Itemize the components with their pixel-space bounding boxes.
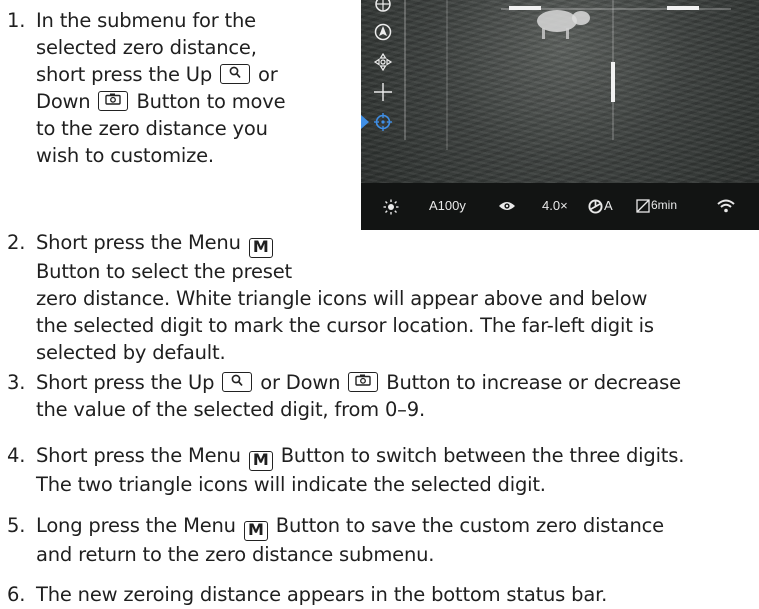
step-number: 4. <box>7 444 26 467</box>
step-line: to the zero distance you <box>36 117 268 140</box>
status-bar: A100y 4.0× A 6min <box>361 183 759 230</box>
step-line: Down Button to move <box>36 90 286 113</box>
step-text: Short press the Menu M Button to switch … <box>36 442 684 498</box>
device-screen: A100y 4.0× A 6min <box>361 0 759 230</box>
step-line: The two triangle icons will indicate the… <box>36 473 546 496</box>
step-number: 2. <box>7 231 26 254</box>
step-text: Short press the Up or Down Button to inc… <box>36 369 681 423</box>
up-button-icon <box>220 64 251 84</box>
eye-icon <box>499 202 515 210</box>
standby-time-value: 6min <box>651 198 678 212</box>
palette-wheel-icon <box>588 199 603 214</box>
step-line: the selected digit to mark the cursor lo… <box>36 314 654 337</box>
step-line: short press the Up or <box>36 63 278 86</box>
menu-button-icon: M <box>248 238 273 258</box>
step-line: selected by default. <box>36 341 226 364</box>
crosshair-plus-icon[interactable] <box>373 82 393 102</box>
step-line: Short press the Menu M <box>36 229 654 258</box>
step-number: 1. <box>7 9 26 32</box>
step-line: In the submenu for the <box>36 9 256 32</box>
step-text: The new zeroing distance appears in the … <box>36 581 607 608</box>
up-button-icon <box>222 372 253 392</box>
step-line: zero distance. White triangle icons will… <box>36 287 648 310</box>
crosshair-move-icon[interactable] <box>373 52 393 72</box>
menu-button-icon: M <box>248 451 273 471</box>
auto-standby-icon <box>636 199 650 213</box>
camera-down-button-icon <box>98 91 129 111</box>
step-line: Button to select the preset <box>36 260 292 283</box>
step-number: 6. <box>7 583 26 606</box>
step-line: and return to the zero distance submenu. <box>36 543 435 566</box>
step-text: Long press the Menu M Button to save the… <box>36 512 664 568</box>
wifi-icon <box>717 199 735 213</box>
selection-indicator-icon <box>361 115 369 129</box>
palette-mode-value: A <box>604 198 613 213</box>
step-line: selected zero distance, <box>36 36 257 59</box>
step-line: the value of the selected digit, from 0–… <box>36 398 425 421</box>
compass-arrow-icon[interactable] <box>373 22 393 42</box>
step-number: 5. <box>7 514 26 537</box>
step-line: Short press the Up or Down Button to inc… <box>36 371 681 394</box>
camera-down-button-icon <box>348 372 379 392</box>
reticle-circle-icon[interactable] <box>373 0 393 14</box>
menu-button-icon: M <box>243 521 268 541</box>
step-line: The new zeroing distance appears in the … <box>36 583 608 606</box>
step-number: 3. <box>7 371 26 394</box>
step-line: Long press the Menu M Button to save the… <box>36 514 664 541</box>
step-line: Short press the Menu M Button to switch … <box>36 444 685 471</box>
zero-target-icon[interactable] <box>373 112 393 132</box>
zero-distance-value: A100y <box>429 198 466 213</box>
step-text: Short press the Menu M Button to select t… <box>36 229 654 366</box>
brightness-sun-icon <box>383 199 399 215</box>
zoom-value: 4.0× <box>542 198 568 213</box>
step-text: In the submenu for the selected zero dist… <box>36 7 286 169</box>
step-line: wish to customize. <box>36 144 214 167</box>
